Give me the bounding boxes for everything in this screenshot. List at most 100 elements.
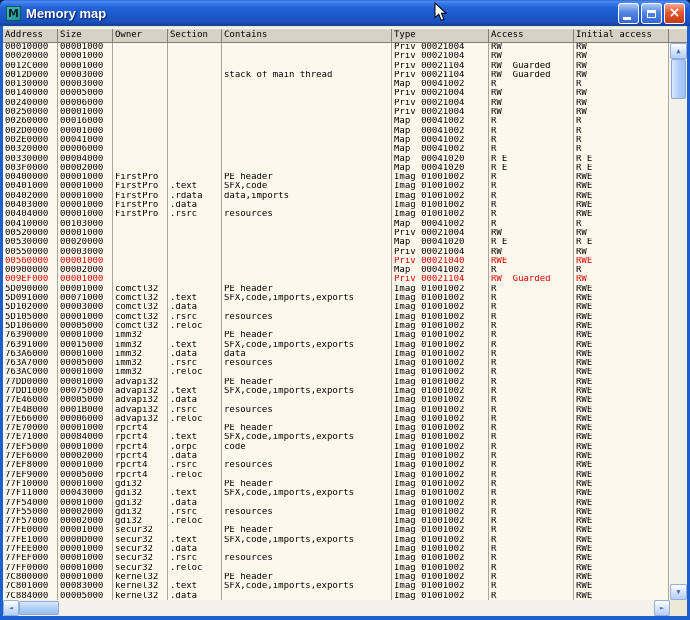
window-icon[interactable]: M: [6, 6, 21, 21]
scroll-down-button[interactable]: ▼: [670, 584, 687, 600]
cell-initial_access: RWE: [574, 582, 669, 591]
table-row[interactable]: 77EF600000002000rpcrt4.dataImag 01001002…: [3, 452, 670, 461]
close-button[interactable]: ×: [664, 3, 685, 24]
table-row[interactable]: 77F5700000002000gdi32.relocImag 01001002…: [3, 517, 670, 526]
table-row[interactable]: 0032000000006000Map 00041002RR: [3, 145, 670, 154]
table-row[interactable]: 0002000000001000Priv 00021004RWRW: [3, 52, 670, 61]
table-row[interactable]: 0001000000001000Priv 00021004RWRW: [3, 43, 670, 52]
column-header-owner[interactable]: Owner: [113, 29, 168, 42]
table-row[interactable]: 77DD100000075000advapi32.textSFX,code,im…: [3, 387, 670, 396]
table-row[interactable]: 003F000000002000Map 00041020R ER E: [3, 164, 670, 173]
table-row[interactable]: 0090000000002000Map 00041002RR: [3, 266, 670, 275]
table-row[interactable]: 0012D00000003000stack of main threadPriv…: [3, 71, 670, 80]
table-row[interactable]: 0025000000001000Priv 00021004RWRW: [3, 108, 670, 117]
table-row[interactable]: 0040200000001000FirstPro.rdatadata,impor…: [3, 192, 670, 201]
cell-type: Imag 01001002: [392, 313, 489, 322]
column-header-section[interactable]: Section: [168, 29, 222, 42]
cell-access: RW: [489, 108, 574, 117]
table-row[interactable]: 0014000000005000Priv 00021004RWRW: [3, 89, 670, 98]
table-row[interactable]: 5D10500000001000comctl32.rsrcresourcesIm…: [3, 313, 670, 322]
scroll-up-button[interactable]: ▲: [670, 43, 687, 59]
cell-size: 00002000: [58, 517, 113, 526]
table-row[interactable]: 77FEE00000001000secur32.dataImag 0100100…: [3, 545, 670, 554]
table-row[interactable]: 7639100000015000imm32.textSFX,code,impor…: [3, 341, 670, 350]
cell-size: 00005000: [58, 396, 113, 405]
column-header-type[interactable]: Type: [392, 29, 489, 42]
table-row[interactable]: 0053000000020000Map 00041020R ER E: [3, 238, 670, 247]
table-row[interactable]: 0026000000016000Map 00041002RR: [3, 117, 670, 126]
cell-section: .reloc: [168, 517, 222, 526]
table-row[interactable]: 0012C00000001000Priv 00021104RW GuardedR…: [3, 62, 670, 71]
table-row[interactable]: 5D09100000071000comctl32.textSFX,code,im…: [3, 294, 670, 303]
table-row[interactable]: 0013000000003000Map 00041002RR: [3, 80, 670, 89]
column-header-contains[interactable]: Contains: [222, 29, 392, 42]
table-row[interactable]: 77FE10000000D000secur32.textSFX,code,imp…: [3, 536, 670, 545]
table-row[interactable]: 77F1100000043000gdi32.textSFX,code,impor…: [3, 489, 670, 498]
scroll-right-button[interactable]: ►: [654, 600, 670, 616]
table-row[interactable]: 0055000000003000Priv 00021004RWRW: [3, 248, 670, 257]
table-row[interactable]: 0052000000001000Priv 00021004RWRW: [3, 229, 670, 238]
table-row[interactable]: 77F5500000002000gdi32.rsrcresourcesImag …: [3, 508, 670, 517]
cell-section: .rsrc: [168, 554, 222, 563]
table-row[interactable]: 7C88400000005000kernel32.dataImag 010010…: [3, 592, 670, 600]
table-row[interactable]: 77F5400000001000gdi32.dataImag 01001002R…: [3, 499, 670, 508]
table-row[interactable]: 0033000000004000Map 00041020R ER E: [3, 155, 670, 164]
titlebar[interactable]: M Memory map ×: [0, 0, 690, 26]
cell-size: 00001000: [58, 201, 113, 210]
column-header-address[interactable]: Address: [3, 29, 58, 42]
cell-type: Imag 01001002: [392, 592, 489, 600]
table-row[interactable]: 0040000000001000FirstProPE headerImag 01…: [3, 173, 670, 182]
table-row[interactable]: 77E4600000005000advapi32.dataImag 010010…: [3, 396, 670, 405]
horizontal-scrollbar[interactable]: ◄ ►: [3, 600, 670, 616]
maximize-button[interactable]: [641, 3, 662, 24]
cell-type: Map 00041002: [392, 117, 489, 126]
table-row[interactable]: 7C80100000083000kernel32.textSFX,code,im…: [3, 582, 670, 591]
table-row[interactable]: 77FEF00000001000secur32.rsrcresourcesIma…: [3, 554, 670, 563]
table-row[interactable]: 0040300000001000FirstPro.dataImag 010010…: [3, 201, 670, 210]
table-row[interactable]: 0024000000006000Priv 00021004RWRW: [3, 99, 670, 108]
cell-owner: [113, 145, 168, 154]
table-row[interactable]: 77E4B0000001B000advapi32.rsrcresourcesIm…: [3, 406, 670, 415]
table-row[interactable]: 77EF500000001000rpcrt4.orpccodeImag 0100…: [3, 443, 670, 452]
table-row[interactable]: 763AC00000001000imm32.relocImag 01001002…: [3, 368, 670, 377]
cell-initial_access: RWE: [574, 387, 669, 396]
table-row[interactable]: 77FE000000001000secur32PE headerImag 010…: [3, 526, 670, 535]
vertical-scroll-thumb[interactable]: [671, 59, 686, 99]
cell-contains: [222, 201, 392, 210]
cell-size: 00001000: [58, 127, 113, 136]
table-row[interactable]: 77DD000000001000advapi32PE headerImag 01…: [3, 378, 670, 387]
table-row[interactable]: 7C80000000001000kernel32PE headerImag 01…: [3, 573, 670, 582]
cell-contains: [222, 80, 392, 89]
vertical-scrollbar[interactable]: ▲ ▼: [670, 43, 687, 600]
scroll-left-button[interactable]: ◄: [3, 600, 19, 616]
table-row[interactable]: 009EF00000001000Priv 00021104RW GuardedR…: [3, 275, 670, 284]
table-row[interactable]: 77E7100000084000rpcrt4.textSFX,code,impo…: [3, 433, 670, 442]
table-row[interactable]: 5D10200000003000comctl32.dataImag 010010…: [3, 303, 670, 312]
table-row[interactable]: 763A600000001000imm32.datadataImag 01001…: [3, 350, 670, 359]
table-row[interactable]: 002E000000041000Map 00041002RR: [3, 136, 670, 145]
table-row[interactable]: 002D000000001000Map 00041002RR: [3, 127, 670, 136]
column-header-access[interactable]: Access: [489, 29, 574, 42]
mouse-cursor: [434, 2, 448, 23]
table-row[interactable]: 77EF900000005000rpcrt4.relocImag 0100100…: [3, 471, 670, 480]
table-row[interactable]: 77EF800000001000rpcrt4.rsrcresourcesImag…: [3, 461, 670, 470]
cell-owner: [113, 108, 168, 117]
table-row[interactable]: 77F1000000001000gdi32PE headerImag 01001…: [3, 480, 670, 489]
table-row[interactable]: 0056000000001000Priv 00021040RWERWE: [3, 257, 670, 266]
table-row[interactable]: 77E7000000001000rpcrt4PE headerImag 0100…: [3, 424, 670, 433]
table-row[interactable]: 0040400000001000FirstPro.rsrcresourcesIm…: [3, 210, 670, 219]
table-row[interactable]: 5D09000000001000comctl32PE headerImag 01…: [3, 285, 670, 294]
table-row[interactable]: 763A700000005000imm32.rsrcresourcesImag …: [3, 359, 670, 368]
minimize-button[interactable]: [618, 3, 639, 24]
table-row[interactable]: 7639000000001000imm32PE headerImag 01001…: [3, 331, 670, 340]
table-row[interactable]: 77FF000000001000secur32.relocImag 010010…: [3, 564, 670, 573]
horizontal-scroll-thumb[interactable]: [19, 601, 59, 615]
cell-owner: imm32: [113, 350, 168, 359]
table-row[interactable]: 77E6600000006000advapi32.relocImag 01001…: [3, 415, 670, 424]
table-row[interactable]: 0041000000103000Map 00041002RR: [3, 220, 670, 229]
column-header-size[interactable]: Size: [58, 29, 113, 42]
table-row[interactable]: 0040100000001000FirstPro.textSFX,codeIma…: [3, 182, 670, 191]
table-row[interactable]: 5D10600000005000comctl32.relocImag 01001…: [3, 322, 670, 331]
cell-access: RW Guarded: [489, 275, 574, 284]
column-header-initial_access[interactable]: Initial access: [574, 29, 669, 42]
